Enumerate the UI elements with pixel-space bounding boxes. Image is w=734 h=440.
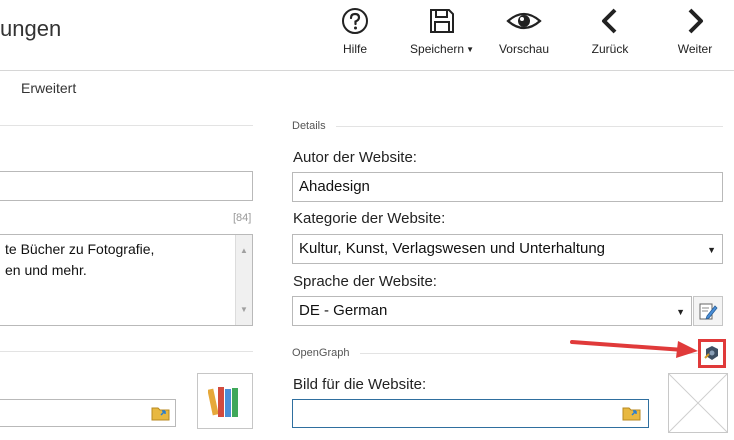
- char-counter: [84]: [233, 212, 252, 224]
- folder-icon: [622, 407, 641, 421]
- next-button[interactable]: Weiter: [660, 4, 730, 66]
- description-line-1: te Bücher zu Fotografie,: [5, 241, 155, 257]
- dropdown-arrow-icon: ▼: [676, 307, 685, 317]
- edit-icon: [699, 303, 718, 320]
- tab-erweitert[interactable]: Erweitert: [21, 80, 76, 96]
- scroll-up-icon[interactable]: ▲: [240, 240, 248, 261]
- folder-icon: [151, 407, 170, 421]
- dropdown-arrow-icon: ▼: [707, 245, 716, 255]
- left-text-field[interactable]: [0, 171, 253, 201]
- category-select[interactable]: Kultur, Kunst, Verlagswesen und Unterhal…: [292, 234, 723, 264]
- description-textarea[interactable]: te Bücher zu Fotografie, en und mehr. ▲ …: [0, 234, 253, 326]
- language-value: DE - German: [299, 302, 388, 319]
- category-label: Kategorie der Website:: [293, 210, 446, 227]
- preview-label: Vorschau: [498, 42, 550, 56]
- image-placeholder-icon: [668, 373, 728, 433]
- annotation-arrow: [570, 340, 698, 358]
- edit-language-button[interactable]: [693, 296, 723, 326]
- back-button[interactable]: Zurück: [575, 4, 645, 66]
- language-label: Sprache der Website:: [293, 273, 437, 290]
- books-icon: [208, 387, 238, 417]
- help-button[interactable]: Hilfe: [320, 4, 390, 66]
- category-value: Kultur, Kunst, Verlagswesen und Unterhal…: [299, 240, 606, 257]
- left-browse-button[interactable]: [147, 400, 175, 426]
- author-label: Autor der Website:: [293, 149, 417, 166]
- textarea-scrollbar[interactable]: ▲ ▼: [235, 235, 252, 325]
- back-label: Zurück: [591, 42, 629, 56]
- image-label: Bild für die Website:: [293, 376, 427, 393]
- save-button[interactable]: Speichern ▼: [407, 4, 477, 66]
- eye-icon: [506, 12, 542, 30]
- next-label: Weiter: [677, 42, 713, 56]
- save-icon: [430, 9, 454, 33]
- chevron-left-icon: [602, 8, 617, 34]
- help-label: Hilfe: [342, 42, 367, 56]
- preview-button[interactable]: Vorschau: [489, 4, 559, 66]
- opengraph-action-button[interactable]: [703, 344, 721, 362]
- library-button[interactable]: [197, 373, 253, 429]
- help-icon: [342, 8, 368, 34]
- left-section-divider: [0, 125, 253, 126]
- scroll-down-icon[interactable]: ▼: [240, 299, 248, 320]
- left-section-divider-2: [0, 351, 253, 352]
- language-select[interactable]: DE - German ▼: [292, 296, 692, 326]
- chevron-down-icon: ▼: [466, 45, 474, 54]
- details-section-label: Details: [292, 120, 326, 132]
- page-title: ungen: [0, 16, 62, 41]
- opengraph-gear-icon: [704, 346, 718, 360]
- author-input[interactable]: Ahadesign: [292, 172, 723, 202]
- details-divider: [336, 126, 723, 127]
- header-divider: [0, 70, 734, 71]
- save-label: Speichern: [410, 42, 465, 56]
- opengraph-section-label: OpenGraph: [292, 347, 350, 359]
- image-input[interactable]: [292, 399, 649, 428]
- image-preview[interactable]: [668, 373, 728, 433]
- description-line-2: en und mehr.: [5, 262, 87, 278]
- chevron-right-icon: [688, 8, 703, 34]
- image-browse-button[interactable]: [619, 401, 645, 425]
